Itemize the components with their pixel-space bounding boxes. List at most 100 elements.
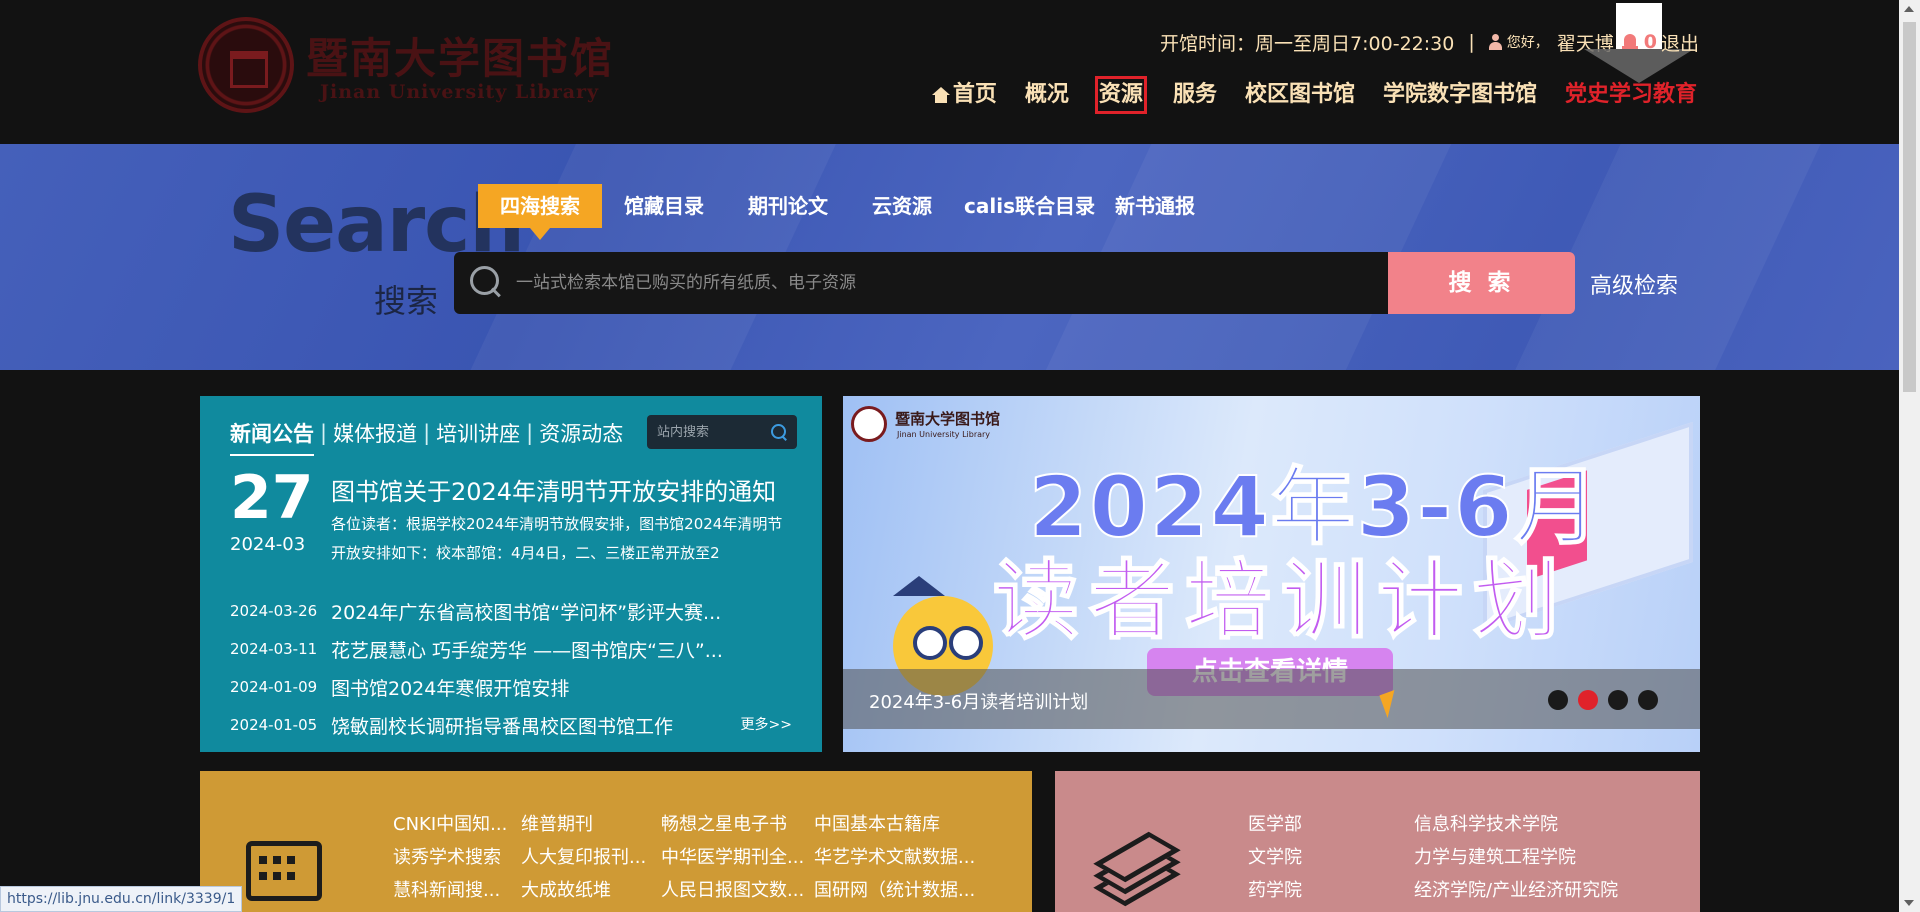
notification-button[interactable]: 0 [1583,3,1694,83]
college-link[interactable]: 医学部 [1248,813,1414,836]
college-link[interactable]: 力学与建筑工程学院 [1414,846,1674,869]
vertical-scrollbar[interactable] [1899,0,1920,912]
database-links: CNKI中国知... 维普期刊 畅想之星电子书 中国基本古籍库 读秀学术搜索 人… [393,813,974,902]
database-link[interactable]: 人民日报图文数... [661,879,814,902]
user-icon [1488,34,1502,50]
college-link[interactable]: 文学院 [1248,846,1414,869]
main-nav: 首页 概况 资源 服务 校区图书馆 学院数字图书馆 党史学习教育 [906,76,1699,114]
tab-new-books[interactable]: 新书通报 [1105,184,1205,228]
college-library-card: 医学部 信息科学技术学院 文学院 力学与建筑工程学院 药学院 经济学院/产业经济… [1055,771,1700,912]
news-title[interactable]: 饶敏副校长调研指导番禺校区图书馆工作 [331,712,673,739]
site-header: 暨南大学图书馆 Jinan University Library 开馆时间：周一… [0,0,1899,144]
opening-hours: 开馆时间：周一至周日7:00-22:30 [1160,32,1455,55]
news-date: 2024-03-26 [230,602,318,620]
search-icon [470,266,502,298]
tab-sihai-search[interactable]: 四海搜索 [478,184,602,240]
database-link[interactable]: 畅想之星电子书 [661,813,814,836]
banner-caption[interactable]: 2024年3-6月读者培训计划 [869,688,1088,714]
library-logo[interactable]: 暨南大学图书馆 Jinan University Library [198,17,628,113]
nav-campus-libraries[interactable]: 校区图书馆 [1243,76,1357,114]
database-link[interactable]: 中国基本古籍库 [814,813,974,836]
tab-news-announcements[interactable]: 新闻公告 [230,418,314,456]
nav-party-history[interactable]: 党史学习教育 [1563,76,1699,114]
database-link[interactable]: 国研网（统计数据... [814,879,974,902]
search-icon[interactable] [771,424,787,440]
layers-icon [1093,831,1181,911]
search-tabs: 四海搜索 馆藏目录 期刊论文 云资源 calis联合目录 新书通报 [478,184,1205,240]
logo-title-cn: 暨南大学图书馆 [306,34,615,83]
news-item[interactable]: 2024-01-09 图书馆2024年寒假开馆安排 [230,668,800,706]
banner-logo-cn: 暨南大学图书馆 [895,410,1001,428]
news-tabs: 新闻公告 | 媒体报道 | 培训讲座 | 资源动态 [230,418,623,456]
news-item[interactable]: 2024-03-11 花艺展慧心 巧手绽芳华 ——图书馆庆“三八”... [230,630,800,668]
news-title[interactable]: 图书馆2024年寒假开馆安排 [331,674,569,701]
tab-journal-articles[interactable]: 期刊论文 [726,184,850,228]
database-link[interactable]: 华艺学术文献数据... [814,846,974,869]
nav-home-label: 首页 [952,82,997,107]
tab-cloud-resources[interactable]: 云资源 [850,184,954,228]
top-bar: 开馆时间：周一至周日7:00-22:30 | 您好， 翟天博 0 退出 [1160,3,1699,83]
advanced-search-link[interactable]: 高级检索 [1590,268,1678,300]
scroll-down-icon[interactable] [1904,900,1914,906]
college-link[interactable]: 经济学院/产业经济研究院 [1414,879,1674,902]
college-links: 医学部 信息科学技术学院 文学院 力学与建筑工程学院 药学院 经济学院/产业经济… [1248,813,1674,902]
search-section: Search 搜索 四海搜索 馆藏目录 期刊论文 云资源 calis联合目录 新… [0,144,1899,370]
carousel-dot-active[interactable] [1578,690,1598,710]
tab-media-reports[interactable]: 媒体报道 [333,418,417,448]
scroll-up-icon[interactable] [1904,6,1914,12]
carousel-dot[interactable] [1638,690,1658,710]
database-link[interactable]: 慧科新闻搜... [393,879,521,902]
news-date: 2024-03-11 [230,640,318,658]
banner-subheadline: 读者培训计划 [992,550,1569,652]
nav-home[interactable]: 首页 [930,76,999,114]
news-item[interactable]: 2024-01-05 饶敏副校长调研指导番禺校区图书馆工作 [230,706,800,744]
nav-services[interactable]: 服务 [1171,76,1219,114]
search-button[interactable]: 搜 索 [1388,252,1575,314]
divider: | [526,421,534,445]
featured-day: 27 [230,463,314,533]
status-bar-url: https://lib.jnu.edu.cn/link/3339/1 [0,886,243,912]
database-link[interactable]: CNKI中国知... [393,813,521,836]
logo-title-en: Jinan University Library [320,81,600,103]
home-icon [931,87,950,103]
news-title[interactable]: 2024年广东省高校图书馆“学问杯”影评大赛... [331,598,721,625]
featured-news-summary: 各位读者：根据学校2024年清明节放假安排，图书馆2024年清明节开放安排如下：… [331,515,783,562]
more-news-link[interactable]: 更多>> [741,714,792,734]
nav-college-digital-libraries[interactable]: 学院数字图书馆 [1381,76,1539,114]
featured-news-title[interactable]: 图书馆关于2024年清明节开放安排的通知 [331,472,776,507]
nav-resources[interactable]: 资源 [1094,76,1147,114]
database-link[interactable]: 大成故纸堆 [521,879,661,902]
news-item[interactable]: 2024-03-26 2024年广东省高校图书馆“学问杯”影评大赛... [230,592,800,630]
divider: | [423,421,431,445]
carousel-dot[interactable] [1608,690,1628,710]
university-seal-icon [198,17,294,113]
college-link[interactable]: 信息科学技术学院 [1414,813,1674,836]
database-link[interactable]: 人大复印报刊... [521,846,661,869]
logout-link[interactable]: 退出 [1661,29,1699,56]
scroll-thumb[interactable] [1903,22,1916,392]
database-link[interactable]: 中华医学期刊全... [661,846,814,869]
news-list: 2024-03-26 2024年广东省高校图书馆“学问杯”影评大赛... 202… [230,592,800,744]
greeting: 您好， [1506,35,1549,51]
database-card: CNKI中国知... 维普期刊 畅想之星电子书 中国基本古籍库 读秀学术搜索 人… [200,771,1032,912]
site-search-input[interactable] [657,415,767,449]
college-link[interactable]: 药学院 [1248,879,1414,902]
graduation-cap-icon [893,576,945,596]
divider: | [1468,31,1475,53]
search-input[interactable] [516,252,1376,314]
tab-resource-updates[interactable]: 资源动态 [539,418,623,448]
database-link[interactable]: 读秀学术搜索 [393,846,521,869]
banner-logo-en: Jinan University Library [897,430,991,439]
bell-icon [1621,33,1638,51]
news-date: 2024-01-05 [230,716,318,734]
database-link[interactable]: 维普期刊 [521,813,661,836]
tab-training-lectures[interactable]: 培训讲座 [436,418,520,448]
tab-calis-catalog[interactable]: calis联合目录 [954,184,1105,228]
news-title[interactable]: 花艺展慧心 巧手绽芳华 ——图书馆庆“三八”... [331,636,723,663]
tab-catalog[interactable]: 馆藏目录 [602,184,726,228]
banner-carousel[interactable]: 暨南大学图书馆 Jinan University Library 2024年3-… [843,396,1700,752]
nav-overview[interactable]: 概况 [1023,76,1071,114]
featured-year-month: 2024-03 [230,534,306,555]
news-date: 2024-01-09 [230,678,318,696]
carousel-dot[interactable] [1548,690,1568,710]
